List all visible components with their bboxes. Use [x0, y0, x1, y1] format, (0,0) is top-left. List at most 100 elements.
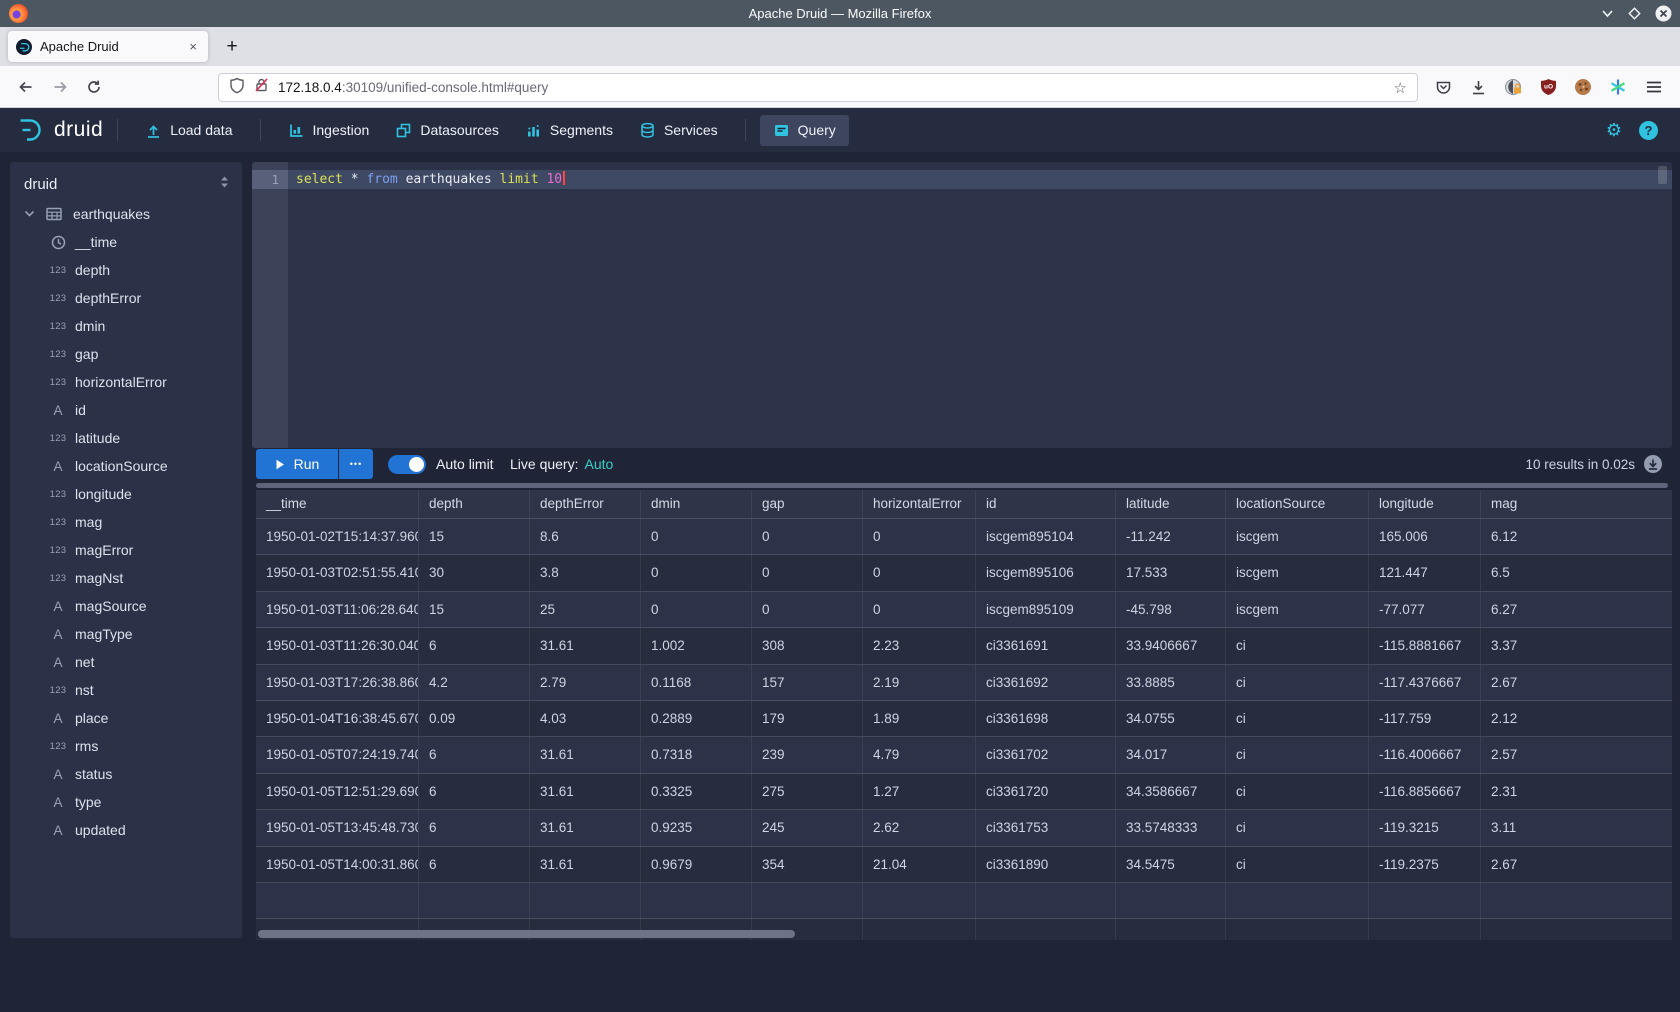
tree-column-horizontalError[interactable]: 123horizontalError [10, 368, 242, 396]
table-cell[interactable]: 17.533 [1116, 555, 1226, 590]
navbar-item-segments[interactable]: Segments [512, 115, 626, 146]
table-cell[interactable]: 34.3586667 [1116, 774, 1226, 809]
tree-column-magType[interactable]: AmagType [10, 620, 242, 648]
table-cell[interactable]: 2.62 [863, 810, 976, 845]
window-maximize-button[interactable] [1628, 7, 1641, 20]
table-cell[interactable]: ci3361720 [976, 774, 1116, 809]
tab-close-icon[interactable]: × [186, 39, 200, 54]
panel-resize-handle[interactable] [256, 483, 1668, 488]
tree-column-__time[interactable]: __time [10, 228, 242, 256]
table-cell[interactable]: ci [1226, 847, 1369, 882]
table-cell[interactable]: 3.37 [1481, 628, 1672, 663]
table-cell[interactable]: ci3361702 [976, 737, 1116, 772]
table-cell[interactable]: ci3361753 [976, 810, 1116, 845]
table-cell[interactable]: 6.27 [1481, 592, 1672, 627]
table-cell[interactable]: 0.3325 [641, 774, 752, 809]
navbar-item-query[interactable]: Query [760, 115, 849, 146]
table-cell[interactable]: 0.1168 [641, 665, 752, 700]
table-cell[interactable]: iscgem895104 [976, 519, 1116, 554]
table-cell[interactable]: ci [1226, 810, 1369, 845]
table-cell[interactable]: -119.2375 [1369, 847, 1481, 882]
table-cell[interactable]: 1950-01-02T15:14:37.960Z [256, 519, 419, 554]
table-cell[interactable]: 34.5475 [1116, 847, 1226, 882]
results-column-header[interactable]: horizontalError [863, 490, 976, 518]
table-cell[interactable]: 179 [752, 701, 863, 736]
menu-icon[interactable] [1641, 74, 1667, 100]
table-cell[interactable]: 0 [641, 555, 752, 590]
table-cell[interactable]: 31.61 [530, 810, 641, 845]
table-cell[interactable]: 6 [419, 628, 530, 663]
results-column-header[interactable]: depth [419, 490, 530, 518]
table-cell[interactable]: 31.61 [530, 737, 641, 772]
sql-editor[interactable]: 1 select * from earthquakes limit 10 [252, 162, 1672, 448]
table-cell[interactable]: 31.61 [530, 847, 641, 882]
tree-column-rms[interactable]: 123rms [10, 732, 242, 760]
shield-icon[interactable] [229, 77, 245, 99]
tree-column-magSource[interactable]: AmagSource [10, 592, 242, 620]
tree-column-magNst[interactable]: 123magNst [10, 564, 242, 592]
table-cell[interactable]: ci [1226, 737, 1369, 772]
table-cell[interactable]: 0 [752, 519, 863, 554]
table-cell[interactable]: 1.89 [863, 701, 976, 736]
tree-column-gap[interactable]: 123gap [10, 340, 242, 368]
cookie-icon[interactable] [1570, 74, 1596, 100]
tree-column-depth[interactable]: 123depth [10, 256, 242, 284]
asterisk-icon[interactable] [1605, 74, 1631, 100]
browser-tab[interactable]: Apache Druid × [8, 31, 208, 62]
download-icon[interactable] [1465, 74, 1491, 100]
tree-table-earthquakes[interactable]: earthquakes [10, 200, 242, 228]
table-cell[interactable]: -117.759 [1369, 701, 1481, 736]
table-cell[interactable]: 1.27 [863, 774, 976, 809]
table-cell[interactable]: 308 [752, 628, 863, 663]
tree-column-dmin[interactable]: 123dmin [10, 312, 242, 340]
results-column-header[interactable]: gap [752, 490, 863, 518]
table-cell[interactable]: 33.5748333 [1116, 810, 1226, 845]
tree-column-status[interactable]: Astatus [10, 760, 242, 788]
double-caret-icon[interactable] [219, 175, 230, 194]
table-cell[interactable]: 25 [530, 592, 641, 627]
table-cell[interactable]: iscgem [1226, 592, 1369, 627]
tree-column-id[interactable]: Aid [10, 396, 242, 424]
url-bar[interactable]: 172.18.0.4:30109/unified-console.html#qu… [218, 73, 1418, 102]
table-cell[interactable]: 31.61 [530, 628, 641, 663]
table-cell[interactable]: 0 [863, 592, 976, 627]
table-cell[interactable]: iscgem895109 [976, 592, 1116, 627]
table-cell[interactable]: iscgem [1226, 519, 1369, 554]
table-cell[interactable]: 245 [752, 810, 863, 845]
table-cell[interactable]: 1950-01-05T07:24:19.740Z [256, 737, 419, 772]
results-column-header[interactable]: depthError [530, 490, 641, 518]
url-text[interactable]: 172.18.0.4:30109/unified-console.html#qu… [278, 80, 1386, 95]
table-cell[interactable]: 0 [752, 555, 863, 590]
table-cell[interactable]: 6 [419, 810, 530, 845]
tree-column-magError[interactable]: 123magError [10, 536, 242, 564]
table-cell[interactable]: 2.57 [1481, 737, 1672, 772]
table-cell[interactable]: 0.2889 [641, 701, 752, 736]
table-cell[interactable]: 0.7318 [641, 737, 752, 772]
navbar-item-services[interactable]: Services [626, 115, 731, 146]
run-button[interactable]: Run [256, 449, 338, 479]
table-cell[interactable]: 2.67 [1481, 665, 1672, 700]
auto-limit-toggle[interactable] [388, 455, 426, 474]
table-cell[interactable]: 1950-01-05T12:51:29.690Z [256, 774, 419, 809]
results-column-header[interactable]: longitude [1369, 490, 1481, 518]
ublock-icon[interactable]: uO [1535, 74, 1561, 100]
table-cell[interactable]: ci [1226, 628, 1369, 663]
table-cell[interactable]: 1950-01-03T11:26:30.040Z [256, 628, 419, 663]
table-cell[interactable]: 4.2 [419, 665, 530, 700]
chevron-down-icon[interactable] [24, 206, 35, 222]
table-cell[interactable]: 0.9679 [641, 847, 752, 882]
table-cell[interactable]: -11.242 [1116, 519, 1226, 554]
results-column-header[interactable]: id [976, 490, 1116, 518]
tree-column-type[interactable]: Atype [10, 788, 242, 816]
tree-column-place[interactable]: Aplace [10, 704, 242, 732]
tree-column-nst[interactable]: 123nst [10, 676, 242, 704]
table-cell[interactable]: -116.4006667 [1369, 737, 1481, 772]
table-cell[interactable]: 6 [419, 737, 530, 772]
table-cell[interactable]: 2.19 [863, 665, 976, 700]
results-column-header[interactable]: locationSource [1226, 490, 1369, 518]
table-cell[interactable]: ci3361698 [976, 701, 1116, 736]
tree-column-updated[interactable]: Aupdated [10, 816, 242, 844]
table-cell[interactable]: 21.04 [863, 847, 976, 882]
table-cell[interactable]: 0 [641, 592, 752, 627]
table-cell[interactable]: -116.8856667 [1369, 774, 1481, 809]
